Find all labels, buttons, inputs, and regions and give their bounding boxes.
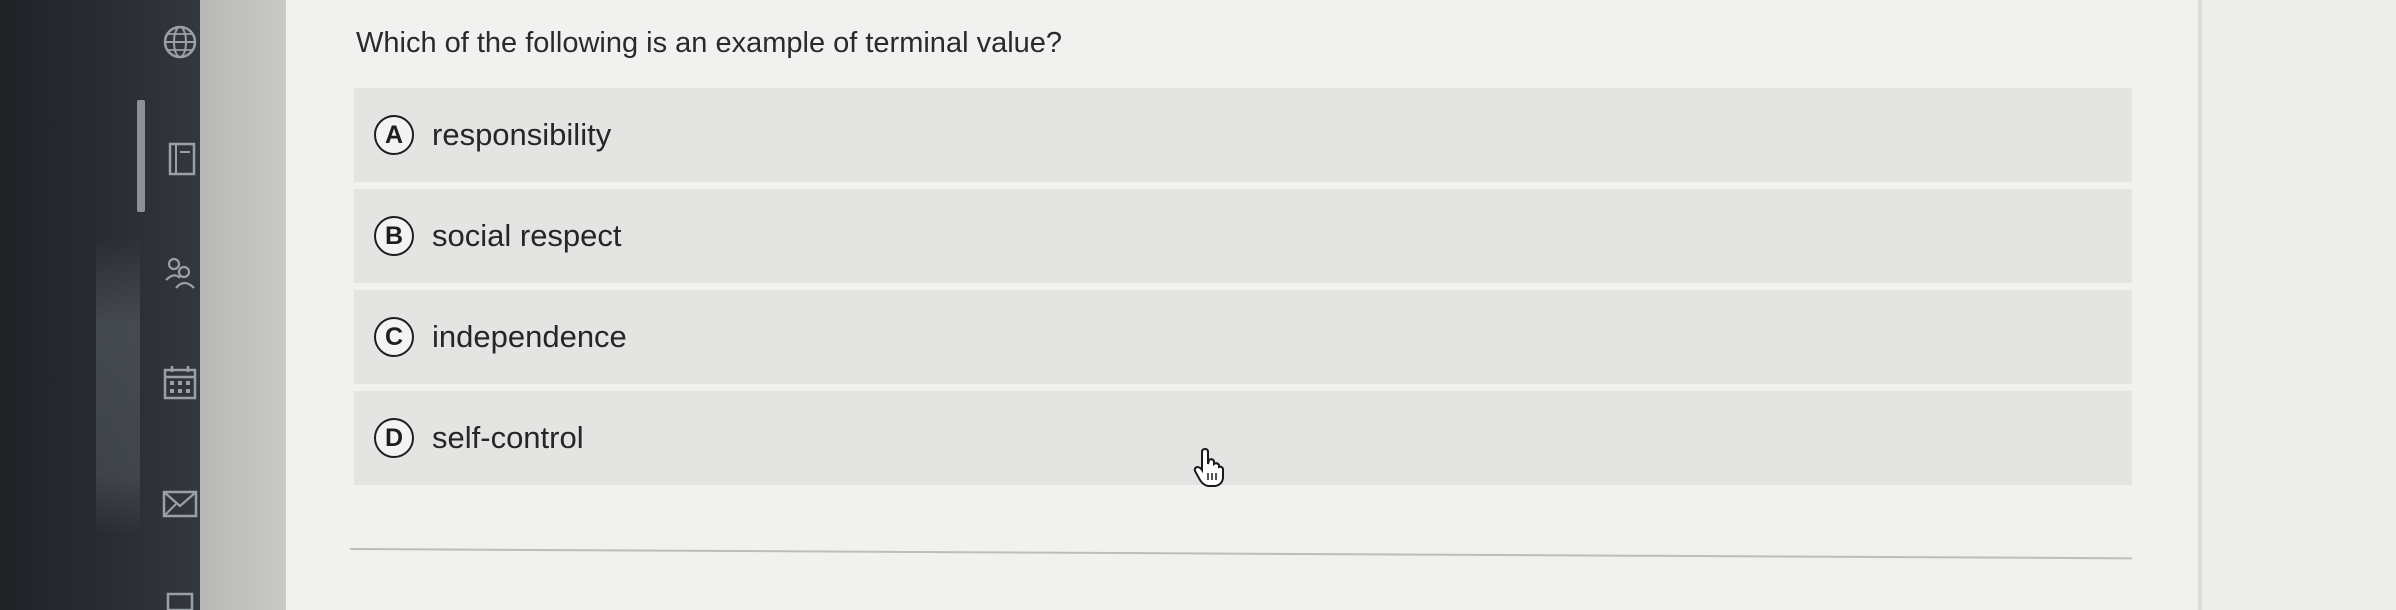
option-a[interactable]: A responsibility xyxy=(354,88,2132,182)
globe-icon[interactable] xyxy=(160,22,200,62)
option-a-label: responsibility xyxy=(432,117,612,152)
right-pane xyxy=(2202,0,2396,610)
option-b-label: social respect xyxy=(432,218,622,253)
left-nav-rail xyxy=(0,0,200,610)
question-text: Which of the following is an example of … xyxy=(356,27,1063,59)
option-a-letter: A xyxy=(374,115,414,155)
people-icon[interactable] xyxy=(160,252,200,292)
option-d-letter: D xyxy=(374,418,414,458)
option-d-label: self-control xyxy=(432,420,584,455)
more-icon[interactable] xyxy=(160,592,200,610)
rail-shade xyxy=(96,235,140,535)
option-c-label: independence xyxy=(432,319,627,354)
option-c-letter: C xyxy=(374,317,414,357)
hand-cursor-icon xyxy=(1192,448,1226,488)
option-b[interactable]: B social respect xyxy=(354,189,2132,283)
rail-active-indicator xyxy=(137,100,145,212)
option-d[interactable]: D self-control xyxy=(354,391,2132,485)
gradebook-icon[interactable] xyxy=(160,138,200,178)
divider-strip xyxy=(200,0,286,610)
calendar-icon[interactable] xyxy=(160,362,200,402)
answer-options: A responsibility B social respect C inde… xyxy=(354,88,2132,492)
option-c[interactable]: C independence xyxy=(354,290,2132,384)
option-b-letter: B xyxy=(374,216,414,256)
mail-icon[interactable] xyxy=(160,484,200,524)
